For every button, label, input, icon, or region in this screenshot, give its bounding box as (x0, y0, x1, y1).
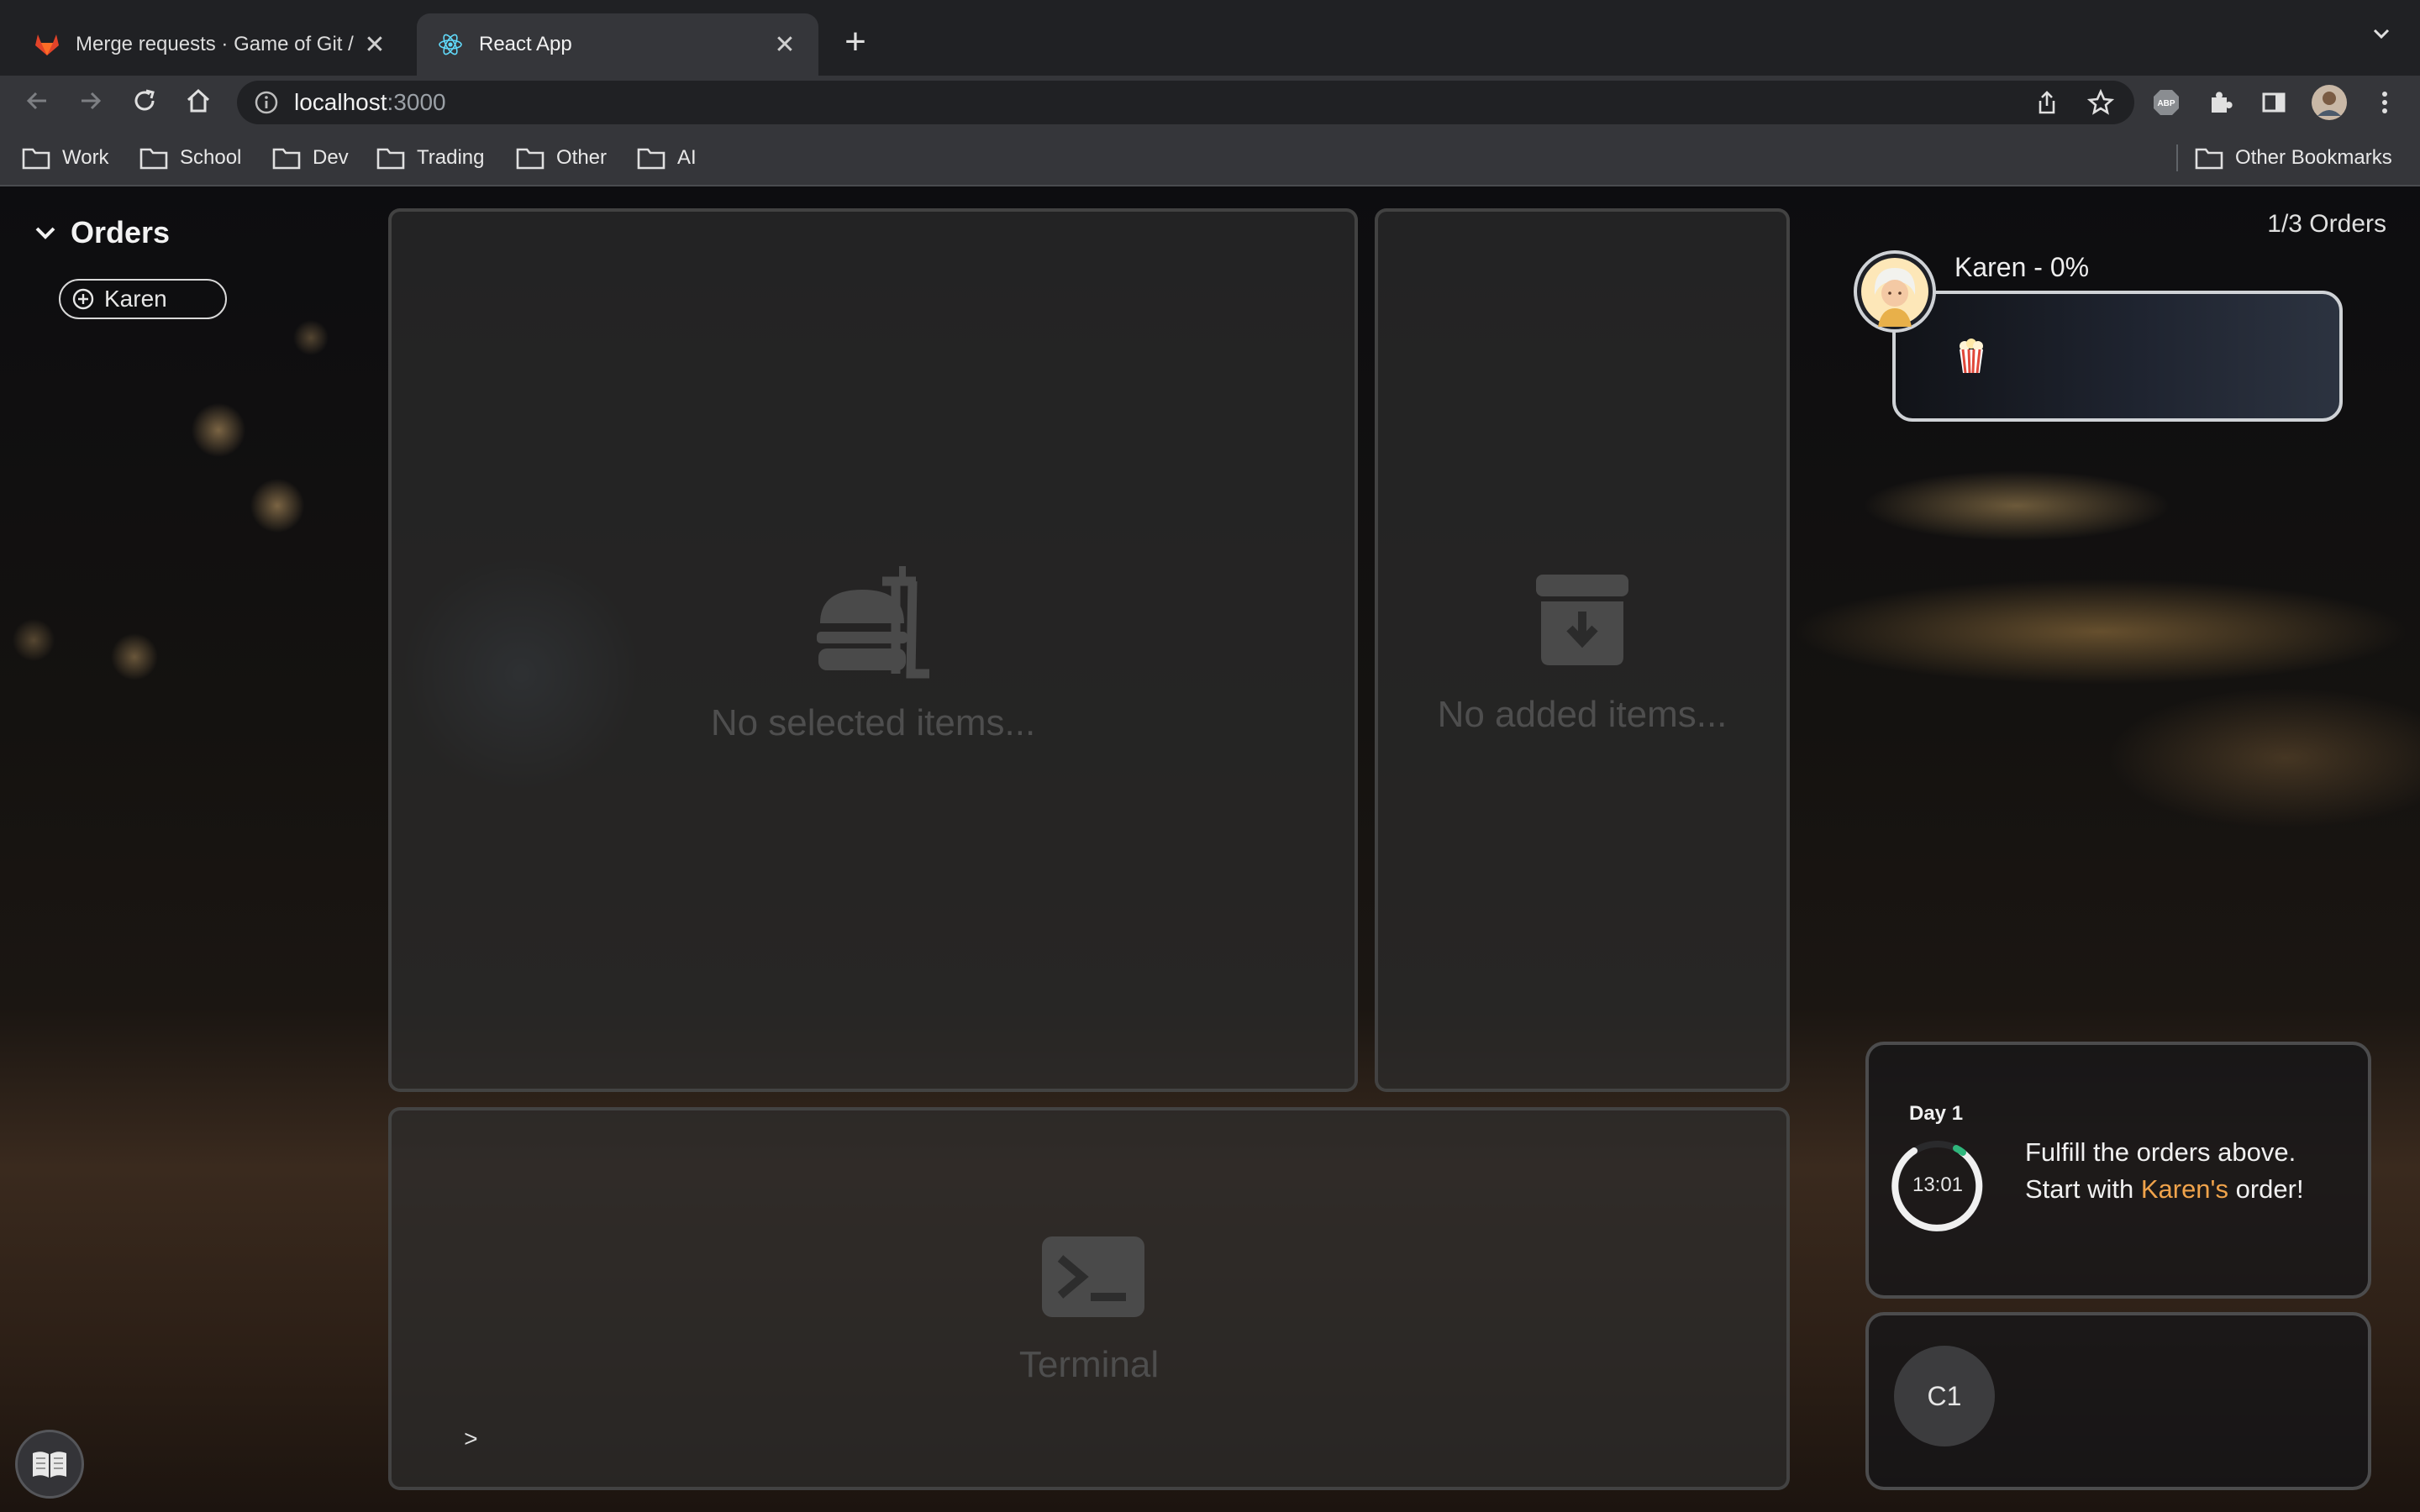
url-host: localhost (294, 89, 387, 115)
bookmark-folder-school[interactable]: School (139, 143, 241, 173)
bookmark-folder-other[interactable]: Other (516, 143, 607, 173)
guide-book-button[interactable] (15, 1430, 84, 1499)
bookmark-label: School (180, 146, 242, 169)
customer-chip-label: Karen (104, 286, 167, 312)
chevron-down-icon (35, 227, 55, 239)
folder-icon (2195, 148, 2223, 170)
day-instructions: Fulfill the orders above. Start with Kar… (2025, 1134, 2304, 1208)
customer-chip-karen[interactable]: Karen (59, 279, 227, 319)
terminal-label: Terminal (1018, 1344, 1160, 1385)
back-button[interactable] (20, 82, 54, 119)
arrow-right-icon (82, 92, 102, 110)
customer-badge-c1[interactable]: C1 (1894, 1346, 1995, 1446)
terminal-prompt[interactable]: > (464, 1428, 478, 1454)
folder-icon (637, 148, 666, 170)
added-empty-text: No added items... (1437, 694, 1728, 735)
terminal-icon (1042, 1236, 1144, 1317)
puzzle-icon (2212, 92, 2233, 113)
bookmark-label: Trading (417, 146, 485, 169)
bookmark-folder-trading[interactable]: Trading (376, 143, 484, 173)
archive-download-icon (1536, 575, 1628, 665)
share-button[interactable] (2032, 87, 2062, 118)
folder-icon (22, 148, 50, 170)
reload-button[interactable] (128, 82, 161, 119)
tab-merge-requests[interactable]: Merge requests · Game of Git / ✕ (13, 13, 408, 76)
arrow-left-icon (26, 92, 46, 110)
bookmark-folder-ai[interactable]: AI (637, 143, 697, 173)
instruction-prefix: Start with (2025, 1174, 2141, 1204)
added-items-panel[interactable]: No added items... (1375, 208, 1790, 1092)
bookmark-label: Dev (313, 146, 349, 169)
selected-items-panel[interactable]: No selected items... (388, 208, 1358, 1092)
extensions-button[interactable] (2205, 87, 2235, 118)
folder-icon (139, 148, 168, 170)
instruction-suffix: order! (2228, 1174, 2304, 1204)
adblock-extension-button[interactable]: ABP (2151, 87, 2181, 118)
tab-react-app[interactable]: React App ✕ (417, 13, 818, 76)
selected-empty-text: No selected items... (710, 702, 1036, 743)
bookmark-label: AI (677, 146, 697, 169)
terminal-panel[interactable]: Terminal > (388, 1107, 1790, 1490)
game-app: Orders Karen No selected items... No add… (0, 186, 2420, 1512)
tab-search-button[interactable] (2366, 24, 2396, 57)
close-icon[interactable]: ✕ (361, 30, 388, 60)
order-customer-name: Karen - 0% (1954, 252, 2090, 282)
popcorn-icon (1960, 339, 1983, 374)
gitlab-icon (34, 31, 60, 58)
profile-avatar-icon (2312, 85, 2347, 120)
bookmark-label: Other Bookmarks (2235, 146, 2392, 169)
add-circle-icon (72, 288, 94, 310)
chevron-down-icon (2373, 29, 2390, 39)
instruction-customer-highlight: Karen's (2140, 1174, 2228, 1204)
bookmark-folder-work[interactable]: Work (22, 143, 109, 173)
home-button[interactable] (182, 82, 215, 119)
folder-icon (272, 148, 301, 170)
tab-title: React App (479, 33, 572, 55)
bookmark-separator (2176, 144, 2178, 171)
folder-icon (376, 148, 405, 170)
customer-avatar (1854, 250, 1936, 333)
address-bar[interactable]: localhost:3000 (237, 81, 2134, 124)
info-icon (255, 91, 278, 114)
url-port: :3000 (387, 89, 446, 115)
bookmark-folder-other-bookmarks[interactable]: Other Bookmarks (2195, 143, 2392, 173)
instruction-line-1: Fulfill the orders above. (2025, 1137, 2296, 1167)
bookmark-star-button[interactable] (2086, 87, 2116, 118)
bookmark-label: Other (556, 146, 608, 169)
bookmark-folder-dev[interactable]: Dev (272, 143, 349, 173)
karen-avatar-icon (1861, 258, 1928, 327)
profile-button[interactable] (2311, 84, 2348, 121)
svg-text:ABP: ABP (2157, 99, 2175, 108)
forward-button[interactable] (74, 82, 108, 119)
orders-toggle[interactable]: Orders (34, 215, 170, 250)
food-tray-icon (817, 566, 929, 679)
adblock-icon: ABP (2154, 90, 2179, 115)
home-icon (187, 88, 210, 113)
order-count: 1/3 Orders (2267, 210, 2386, 238)
tab-title: Merge requests · Game of Git / (76, 33, 354, 55)
folder-icon (516, 148, 544, 170)
close-icon[interactable]: ✕ (771, 30, 798, 60)
day-label: Day 1 (1909, 1102, 1964, 1125)
book-icon (33, 1452, 66, 1478)
star-icon (2087, 89, 2114, 115)
timer-text: 13:01 (1912, 1173, 1964, 1196)
reload-icon (134, 89, 155, 111)
react-icon (437, 31, 464, 58)
instruction-line-2: Start with Karen's order! (2025, 1171, 2304, 1208)
bookmark-label: Work (62, 146, 109, 169)
kebab-menu-icon (2382, 92, 2387, 113)
share-icon (2039, 91, 2055, 114)
browser-menu-button[interactable] (2370, 87, 2400, 118)
new-tab-button[interactable]: + (837, 20, 874, 64)
side-panel-button[interactable] (2259, 87, 2289, 118)
orders-title: Orders (71, 215, 171, 249)
side-panel-icon (2262, 92, 2286, 113)
